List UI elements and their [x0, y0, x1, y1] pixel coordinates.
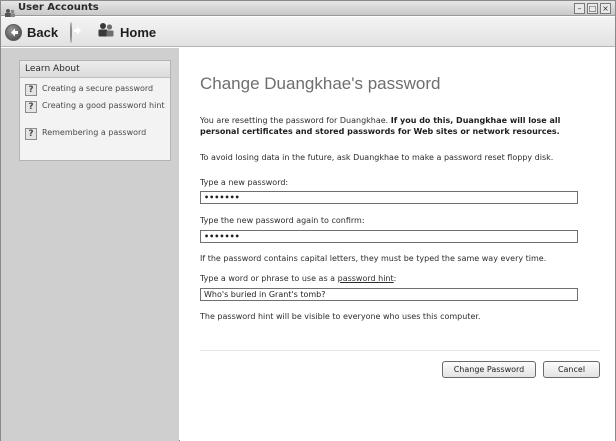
floppy-disk-note: To avoid losing data in the future, ask … [200, 153, 554, 162]
learn-item-remembering-password[interactable]: ? Remembering a password [25, 128, 169, 140]
learn-about-panel: Learn About ? Creating a secure password… [19, 60, 171, 161]
close-button[interactable]: × [600, 3, 611, 14]
back-arrow-icon [5, 23, 22, 41]
minimize-button[interactable]: – [574, 3, 585, 14]
learn-item-password-hint[interactable]: ? Creating a good password hint [25, 101, 169, 113]
help-icon: ? [25, 128, 37, 140]
hint-visibility-note: The password hint will be visible to eve… [200, 312, 481, 321]
reset-warning: You are resetting the password for Duang… [200, 115, 585, 137]
task-pane: Learn About ? Creating a secure password… [1, 48, 179, 441]
title-bar[interactable]: User Accounts – □ × [1, 1, 615, 17]
navigation-toolbar: Back Home [1, 17, 615, 47]
cancel-button[interactable]: Cancel [543, 361, 600, 378]
forward-button[interactable] [70, 22, 81, 43]
back-button[interactable]: Back [5, 22, 58, 42]
confirm-password-label: Type the new password again to confirm: [200, 216, 365, 225]
new-password-field[interactable]: ••••••• [200, 191, 578, 204]
page-title: Change Duangkhae's password [200, 74, 441, 93]
home-button[interactable]: Home [97, 22, 156, 42]
help-icon: ? [25, 84, 37, 96]
forward-arrow-icon [70, 22, 81, 43]
password-hint-link[interactable]: password hint [338, 274, 394, 283]
hint-label-suffix: : [393, 274, 397, 283]
learn-item-label: Remembering a password [42, 128, 147, 137]
new-password-label: Type a new password: [200, 178, 289, 187]
reset-warning-text: You are resetting the password for Duang… [200, 116, 389, 125]
user-accounts-icon [4, 3, 16, 17]
learn-item-secure-password[interactable]: ? Creating a secure password [25, 84, 169, 96]
home-label: Home [120, 24, 157, 40]
maximize-button[interactable]: □ [587, 3, 598, 14]
learn-item-label: Creating a good password hint [42, 101, 165, 110]
user-accounts-window: User Accounts – □ × Back Home Learn Abou… [0, 0, 616, 441]
main-content: Change Duangkhae's password You are rese… [180, 48, 615, 441]
hint-label-prefix: Type a word or phrase to use as a [200, 274, 336, 283]
learn-about-header: Learn About [20, 61, 170, 78]
users-home-icon [97, 22, 115, 42]
help-icon: ? [25, 101, 37, 113]
back-label: Back [27, 24, 59, 40]
capital-letters-note: If the password contains capital letters… [200, 254, 547, 263]
learn-item-label: Creating a secure password [42, 84, 154, 93]
password-hint-label: Type a word or phrase to use as a passwo… [200, 273, 396, 284]
window-title: User Accounts [18, 2, 99, 13]
divider [200, 350, 600, 351]
change-password-button[interactable]: Change Password [442, 361, 536, 378]
confirm-password-field[interactable]: ••••••• [200, 230, 578, 243]
password-hint-field[interactable]: Who's buried in Grant's tomb? [200, 288, 578, 301]
